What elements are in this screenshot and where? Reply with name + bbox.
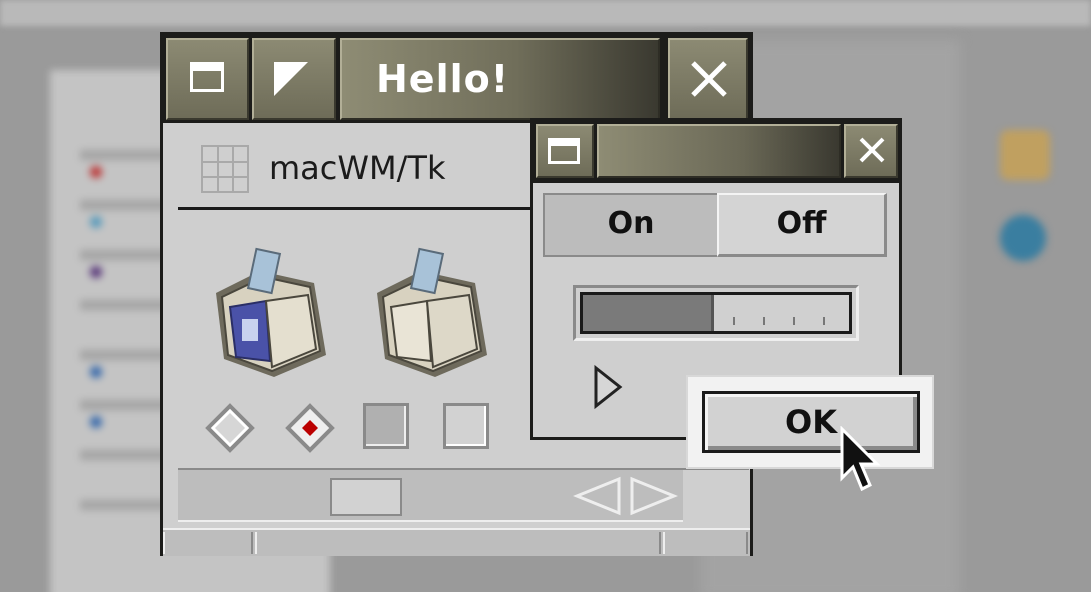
main-titlebar[interactable]: Hello!: [163, 35, 750, 123]
progress-bar: [573, 285, 859, 341]
checkbox-pressed[interactable]: [363, 403, 409, 449]
progress-tick: [793, 317, 795, 325]
controls-titlebar[interactable]: [533, 121, 899, 183]
scrollbar-thumb[interactable]: [330, 478, 402, 516]
desktop-menubar: [0, 0, 1091, 26]
ok-button[interactable]: OK: [702, 391, 920, 453]
status-bar: [163, 528, 750, 556]
scroll-left-arrow-icon[interactable]: [573, 476, 623, 516]
toggle-off-button[interactable]: Off: [717, 193, 887, 257]
controls-titlebar-fill: [597, 124, 841, 178]
disclosure-triangle-icon[interactable]: [591, 363, 625, 411]
shade-corner-icon: [274, 62, 308, 96]
mouse-pointer-icon: [840, 426, 881, 492]
progress-tick: [733, 317, 735, 325]
progress-tick: [763, 317, 765, 325]
close-icon: [691, 61, 727, 97]
close-button[interactable]: [668, 38, 748, 120]
status-segment: [663, 532, 748, 554]
horizontal-scrollbar[interactable]: [178, 468, 683, 522]
window-box-icon: [190, 62, 224, 92]
divider: [178, 207, 538, 210]
desktop-globe-icon: [1000, 215, 1046, 261]
progress-tick: [823, 317, 825, 325]
empty-folder-icon[interactable]: [369, 241, 493, 381]
collapse-button[interactable]: [166, 38, 249, 120]
progress-fill: [583, 295, 714, 331]
status-segment: [255, 532, 661, 554]
progress-track: [580, 292, 852, 334]
window-box-icon: [548, 138, 580, 164]
zoom-button[interactable]: [252, 38, 336, 120]
app-name-label: macWM/Tk: [269, 149, 446, 187]
radio-diamond-unchecked[interactable]: [205, 403, 255, 453]
status-segment: [163, 532, 253, 554]
close-icon: [859, 137, 885, 163]
scroll-right-arrow-icon[interactable]: [628, 476, 678, 516]
controls-collapse-button[interactable]: [536, 124, 594, 178]
resize-corner[interactable]: [683, 468, 749, 522]
toggle-on-button[interactable]: On: [543, 193, 717, 257]
documents-folder-icon[interactable]: [208, 241, 332, 381]
checkbox-unchecked[interactable]: [443, 403, 489, 449]
radio-diamond-checked[interactable]: [285, 403, 335, 453]
desktop-drive-icon: [1000, 130, 1050, 180]
controls-close-button[interactable]: [844, 124, 898, 178]
window-title: Hello!: [340, 38, 660, 120]
ok-dialog: OK: [686, 375, 934, 469]
grid-icon: [201, 145, 249, 193]
